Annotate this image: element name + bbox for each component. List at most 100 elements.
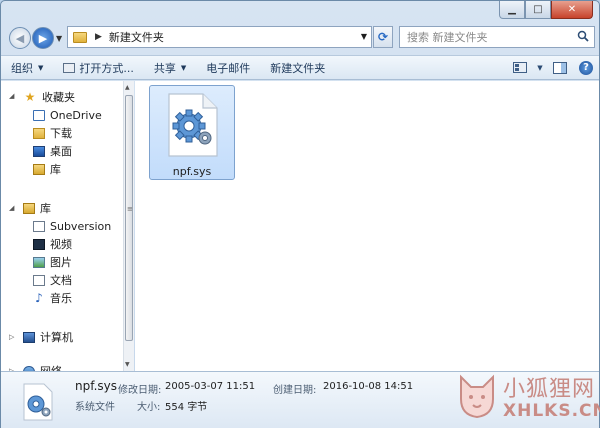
onedrive-icon <box>33 109 45 121</box>
minimize-button[interactable]: ▁ <box>499 1 525 19</box>
nav-item-label: 下载 <box>50 127 72 140</box>
view-dropdown-button[interactable]: ▼ <box>533 56 547 79</box>
chevron-down-icon: ▼ <box>38 63 44 72</box>
help-icon: ? <box>579 60 593 75</box>
music-note-icon: ♪ <box>35 290 43 305</box>
nav-item-subversion[interactable]: Subversion <box>1 217 111 235</box>
created-value: 2016-10-08 14:51 <box>323 381 414 392</box>
nav-item-videos[interactable]: 视频 <box>1 235 72 253</box>
downloads-folder-icon <box>33 127 45 139</box>
scrollbar-thumb[interactable] <box>125 95 133 341</box>
preview-pane-button[interactable] <box>547 56 573 79</box>
recent-pages-dropdown[interactable]: ▼ <box>56 34 62 43</box>
created-label: 创建日期: <box>273 385 317 396</box>
navigation-pane: ◢ ★ 收藏夹 OneDrive 下载 桌面 库 ◢ 库 Subversion <box>1 81 123 371</box>
picture-icon <box>33 256 45 268</box>
address-row: ◀ ▶ ▼ ▶ 新建文件夹 ▼ ⟳ 搜索 新建文件夹 <box>1 23 599 51</box>
modified-label: 修改日期: <box>118 385 162 396</box>
new-folder-button[interactable]: 新建文件夹 <box>260 56 335 79</box>
nav-item-label: Subversion <box>50 219 112 233</box>
document-icon <box>33 274 45 286</box>
library-icon <box>33 163 45 175</box>
details-file-type: 系统文件 <box>75 402 115 413</box>
email-button[interactable]: 电子邮件 <box>196 56 260 79</box>
nav-item-label: 库 <box>50 163 61 176</box>
watermark-cn-text: 小狐狸网 <box>503 377 596 402</box>
breadcrumb-current-folder[interactable]: 新建文件夹 <box>109 29 164 45</box>
view-icon <box>513 62 527 73</box>
nav-favorites-label: 收藏夹 <box>42 91 75 104</box>
change-view-button[interactable] <box>507 56 533 79</box>
forward-button[interactable]: ▶ <box>32 27 54 49</box>
nav-item-label: 桌面 <box>50 145 72 158</box>
nav-network-label: 网络 <box>40 363 62 371</box>
close-button[interactable]: ✕ <box>551 1 593 19</box>
libraries-icon <box>23 202 35 214</box>
nav-computer-label: 计算机 <box>40 331 73 344</box>
new-folder-label: 新建文件夹 <box>270 61 326 75</box>
size-label: 大小: <box>137 402 161 413</box>
nav-item-label: 视频 <box>50 238 72 251</box>
system-file-gear-icon <box>23 383 53 421</box>
modified-value: 2005-03-07 11:51 <box>165 381 256 392</box>
scroll-up-icon[interactable]: ▲ <box>125 84 130 91</box>
chevron-down-icon: ▼ <box>180 63 187 72</box>
address-bar[interactable]: ▶ 新建文件夹 ▼ <box>67 26 372 48</box>
address-dropdown-icon[interactable]: ▼ <box>361 32 367 41</box>
search-icon[interactable] <box>577 30 589 42</box>
watermark: 小狐狸网 XHLKS.CN <box>457 369 600 427</box>
nav-network[interactable]: 网络 <box>1 362 62 371</box>
nav-item-label: 文档 <box>50 274 72 287</box>
open-with-icon <box>63 62 76 73</box>
share-button[interactable]: 共享 ▼ <box>144 56 196 79</box>
nav-favorites[interactable]: ★ 收藏夹 <box>1 88 75 106</box>
fox-logo-icon <box>460 374 494 419</box>
breadcrumb-chevron-icon[interactable]: ▶ <box>95 32 102 42</box>
file-item-selected[interactable]: npf.sys <box>149 85 235 180</box>
organize-button[interactable]: 组织 ▼ <box>1 56 53 79</box>
file-list[interactable]: npf.sys <box>135 81 599 371</box>
search-input[interactable]: 搜索 新建文件夹 <box>399 26 595 48</box>
nav-libraries-label: 库 <box>40 202 51 215</box>
search-placeholder: 搜索 新建文件夹 <box>407 31 488 44</box>
open-with-button[interactable]: 打开方式... <box>53 56 144 79</box>
size-value: 554 字节 <box>165 402 208 413</box>
navigation-scrollbar[interactable]: ▲ ≡ ▼ <box>123 81 134 371</box>
nav-item-documents[interactable]: 文档 <box>1 271 72 289</box>
desktop-icon <box>33 145 45 157</box>
computer-icon <box>23 331 35 343</box>
nav-computer[interactable]: 计算机 <box>1 328 73 346</box>
share-label: 共享 <box>153 61 176 75</box>
maximize-button[interactable]: □ <box>525 1 551 19</box>
nav-item-label: 图片 <box>50 256 72 269</box>
refresh-button[interactable]: ⟳ <box>373 26 393 48</box>
watermark-en-text: XHLKS.CN <box>503 401 600 421</box>
back-button[interactable]: ◀ <box>9 27 31 49</box>
scroll-down-icon[interactable]: ▼ <box>125 361 130 368</box>
folder-icon <box>73 31 87 43</box>
scroll-grip-icon: ≡ <box>127 205 133 213</box>
caption-buttons: ▁ □ ✕ <box>499 1 593 19</box>
email-label: 电子邮件 <box>206 61 251 75</box>
organize-label: 组织 <box>11 61 33 75</box>
subversion-icon <box>33 220 45 232</box>
file-name-label[interactable]: npf.sys <box>150 165 234 178</box>
open-with-label: 打开方式... <box>79 61 134 75</box>
star-icon: ★ <box>24 90 36 104</box>
nav-item-pictures[interactable]: 图片 <box>1 253 72 271</box>
nav-item-library[interactable]: 库 <box>1 160 61 178</box>
nav-item-desktop[interactable]: 桌面 <box>1 142 72 160</box>
nav-item-downloads[interactable]: 下载 <box>1 124 72 142</box>
command-bar: 组织 ▼ 打开方式... 共享 ▼ 电子邮件 新建文件夹 ▼ ? <box>1 55 599 80</box>
nav-item-music[interactable]: ♪ 音乐 <box>1 289 72 307</box>
nav-item-onedrive[interactable]: OneDrive <box>1 106 102 124</box>
preview-pane-icon <box>553 61 567 74</box>
details-file-name: npf.sys <box>75 379 117 393</box>
view-controls: ▼ ? <box>507 56 599 79</box>
system-file-gear-icon <box>168 93 218 157</box>
video-icon <box>33 238 45 250</box>
help-button[interactable]: ? <box>573 56 599 79</box>
explorer-window: ▁ □ ✕ ◀ ▶ ▼ ▶ 新建文件夹 ▼ ⟳ 搜索 新建文件夹 组织▼ 打开 <box>0 0 600 428</box>
nav-libraries[interactable]: 库 <box>1 199 51 217</box>
nav-item-label: OneDrive <box>50 108 102 122</box>
